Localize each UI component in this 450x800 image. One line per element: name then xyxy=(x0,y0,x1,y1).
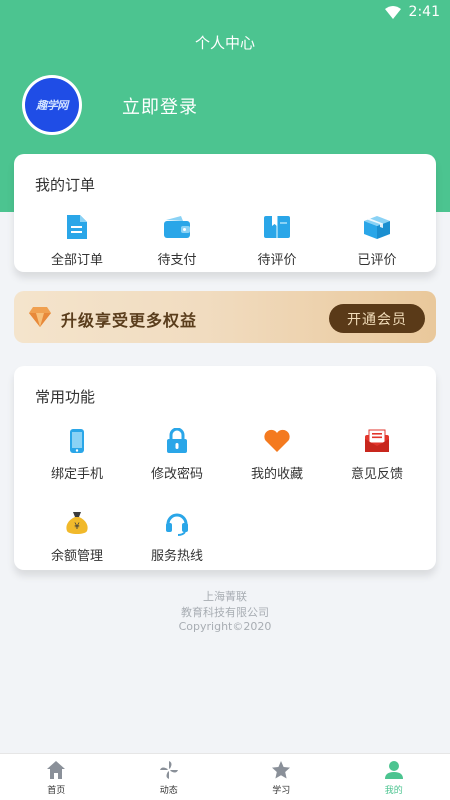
bind-phone-label: 绑定手机 xyxy=(50,467,103,482)
tab-home[interactable]: 首页 xyxy=(0,754,113,800)
balance-management-button[interactable]: ¥ 余额管理 xyxy=(27,509,127,564)
order-all-button[interactable]: 全部订单 xyxy=(27,213,127,268)
orders-card: 我的订单 全部订单 待支付 待评价 已评价 xyxy=(14,154,436,272)
lock-icon xyxy=(163,427,191,455)
order-unpaid-button[interactable]: 待支付 xyxy=(127,213,227,268)
mail-icon xyxy=(363,427,391,455)
bind-phone-button[interactable]: 绑定手机 xyxy=(27,427,127,482)
order-to-review-button[interactable]: 待评价 xyxy=(227,213,327,268)
open-membership-button[interactable]: 开通会员 xyxy=(329,304,425,333)
document-icon xyxy=(63,213,91,241)
tab-activity-label: 动态 xyxy=(159,786,178,796)
order-reviewed-button[interactable]: 已评价 xyxy=(327,213,427,268)
tab-activity[interactable]: 动态 xyxy=(113,754,226,800)
service-hotline-label: 服务热线 xyxy=(150,549,203,564)
heart-icon xyxy=(263,427,291,455)
order-reviewed-label: 已评价 xyxy=(357,253,397,268)
footer-copyright: Copyright©2020 xyxy=(178,620,272,633)
status-time: 2:41 xyxy=(408,4,440,20)
avatar-logo: 趣学网 xyxy=(25,78,79,132)
star-icon xyxy=(270,759,292,781)
orders-title: 我的订单 xyxy=(35,176,96,194)
diamond-icon xyxy=(29,307,51,327)
change-password-button[interactable]: 修改密码 xyxy=(127,427,227,482)
avatar[interactable]: 趣学网 xyxy=(22,75,82,135)
book-icon xyxy=(263,213,291,241)
phone-icon xyxy=(63,427,91,455)
package-icon xyxy=(363,213,391,241)
feedback-button[interactable]: 意见反馈 xyxy=(327,427,427,482)
tab-home-label: 首页 xyxy=(47,786,66,796)
svg-text:¥: ¥ xyxy=(74,522,80,532)
my-favorites-button[interactable]: 我的收藏 xyxy=(227,427,327,482)
bottom-tab-bar: 首页 动态 学习 我的 xyxy=(0,753,450,800)
headset-icon xyxy=(163,509,191,537)
feedback-label: 意见反馈 xyxy=(350,467,403,482)
my-favorites-label: 我的收藏 xyxy=(250,467,303,482)
wifi-icon xyxy=(384,5,401,19)
balance-management-label: 余额管理 xyxy=(50,549,103,564)
tab-mine-label: 我的 xyxy=(384,786,403,796)
pinwheel-icon xyxy=(158,759,180,781)
tab-study-label: 学习 xyxy=(272,786,291,796)
service-hotline-button[interactable]: 服务热线 xyxy=(127,509,227,564)
footer-company-line1: 上海菁联 xyxy=(203,590,247,603)
order-to-review-label: 待评价 xyxy=(257,253,297,268)
wallet-icon xyxy=(163,213,191,241)
home-icon xyxy=(45,759,67,781)
vip-banner[interactable]: 升级享受更多权益 开通会员 xyxy=(14,291,436,343)
functions-title: 常用功能 xyxy=(35,388,96,406)
user-icon xyxy=(383,759,405,781)
money-bag-icon: ¥ xyxy=(63,509,91,537)
order-all-label: 全部订单 xyxy=(50,253,103,268)
tab-mine[interactable]: 我的 xyxy=(338,754,450,800)
tab-study[interactable]: 学习 xyxy=(225,754,338,800)
status-bar: 2:41 xyxy=(0,0,450,26)
functions-card: 常用功能 绑定手机 修改密码 我的收藏 意见反馈 ¥ 余额管理 服务热线 xyxy=(14,366,436,570)
order-unpaid-label: 待支付 xyxy=(157,253,197,268)
change-password-label: 修改密码 xyxy=(150,467,203,482)
vip-promo-text: 升级享受更多权益 xyxy=(61,311,198,330)
login-link[interactable]: 立即登录 xyxy=(122,93,198,119)
page-title: 个人中心 xyxy=(194,34,255,52)
